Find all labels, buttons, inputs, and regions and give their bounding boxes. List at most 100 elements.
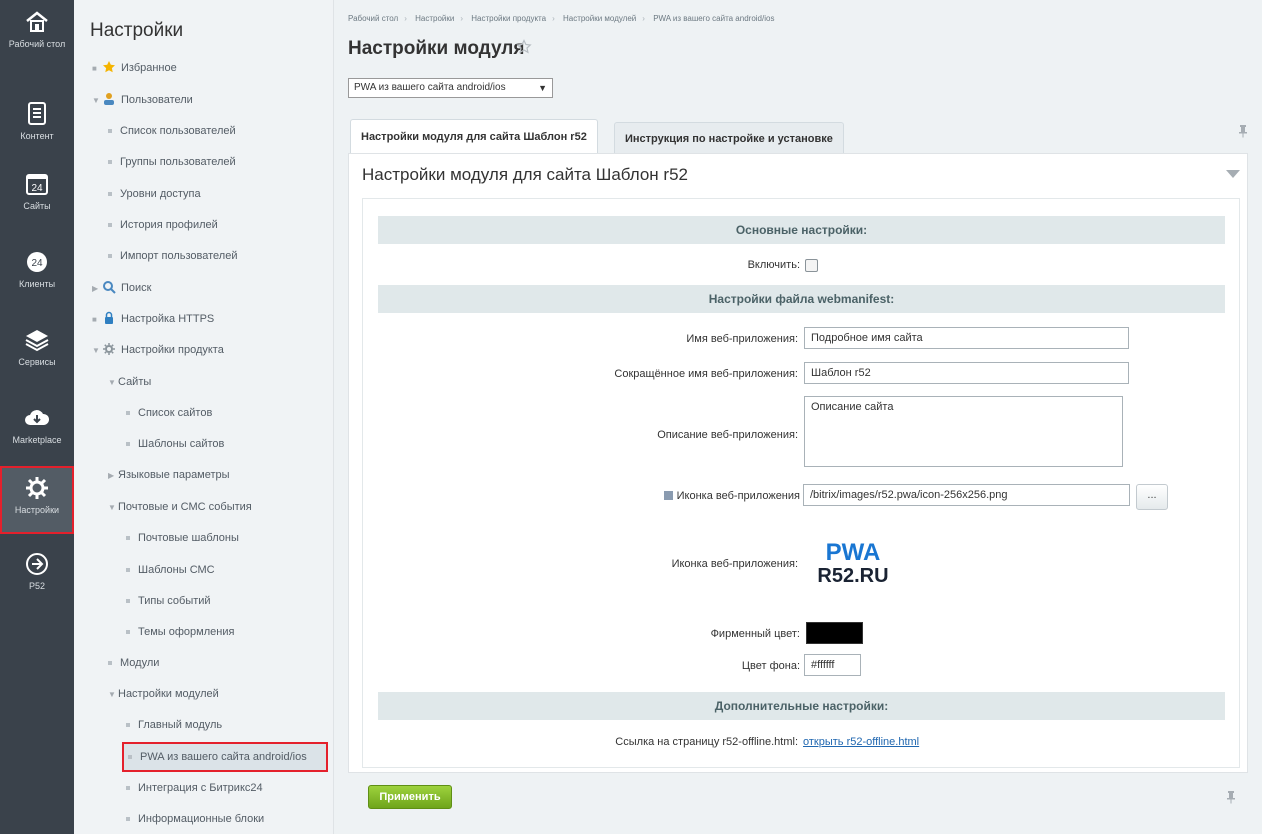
menu-item-modules[interactable]: Модули — [108, 652, 159, 674]
apply-button[interactable]: Применить — [368, 785, 452, 809]
tab-module-settings[interactable]: Настройки модуля для сайта Шаблон r52 — [350, 119, 598, 155]
rail-item-desktop[interactable]: Рабочий стол — [0, 8, 74, 72]
rail-label: Контент — [20, 131, 54, 141]
menu-item-mail-templates[interactable]: Почтовые шаблоны — [126, 527, 239, 549]
brand-color-label: Фирменный цвет: — [710, 628, 800, 640]
pin-icon[interactable] — [1238, 124, 1248, 138]
rail-item-clients[interactable]: 24 Клиенты — [0, 248, 74, 312]
pwa-logo: PWA R52.RU — [817, 539, 888, 586]
rail-item-services[interactable]: Сервисы — [0, 326, 74, 390]
left-rail: Рабочий стол Контент 24 Сайты 24 Клиенты… — [0, 0, 74, 834]
breadcrumb: Рабочий стол › Настройки › Настройки проду… — [348, 14, 775, 23]
menu-item-main-module[interactable]: Главный модуль — [126, 714, 222, 736]
menu-item-module-settings[interactable]: ▼ Настройки модулей — [108, 683, 219, 705]
menu-item-access-levels[interactable]: Уровни доступа — [108, 183, 201, 205]
menu-item-event-types[interactable]: Типы событий — [126, 590, 211, 612]
gear-small-icon — [103, 343, 115, 355]
document-icon — [28, 102, 46, 125]
gear-icon — [26, 477, 48, 499]
rail-item-marketplace[interactable]: Marketplace — [0, 404, 74, 468]
star-icon — [103, 61, 115, 73]
brand-color-swatch[interactable] — [806, 622, 863, 644]
form-area — [362, 198, 1240, 768]
menu-title: Настройки — [90, 20, 184, 41]
tab-instructions[interactable]: Инструкция по настройке и установке — [614, 122, 844, 155]
menu-item-site-templates[interactable]: Шаблоны сайтов — [126, 433, 224, 455]
svg-text:24: 24 — [31, 183, 43, 194]
svg-text:PWA: PWA — [826, 539, 881, 566]
menu-item-user-list[interactable]: Список пользователей — [108, 120, 236, 142]
menu-item-sites[interactable]: ▼ Сайты — [108, 371, 151, 393]
rail-item-sites[interactable]: 24 Сайты — [0, 170, 74, 234]
rail-label: Marketplace — [12, 435, 62, 445]
menu-item-infoblocks[interactable]: Информационные блоки — [126, 808, 264, 830]
calendar-icon: 24 — [26, 174, 48, 195]
panel-title: Настройки модуля для сайта Шаблон r52 — [362, 165, 688, 184]
rail-label: Клиенты — [18, 279, 56, 289]
pin-icon[interactable] — [1226, 790, 1236, 804]
menu-item-favorites[interactable]: ■ Избранное — [92, 57, 177, 79]
rail-label: Настройки — [14, 505, 60, 515]
arrow-circle-icon — [26, 553, 48, 575]
breadcrumb-item[interactable]: PWA из вашего сайта android/ios — [653, 14, 774, 23]
section-manifest-settings: Настройки файла webmanifest: — [378, 285, 1225, 313]
description-label: Описание веб-приложения: — [657, 429, 798, 441]
section-extra-settings: Дополнительные настройки: — [378, 692, 1225, 720]
menu-item-users[interactable]: ▼ Пользователи — [92, 89, 193, 111]
icon-preview-label: Иконка веб-приложения: — [671, 558, 798, 570]
menu-item-themes[interactable]: Темы оформления — [126, 621, 234, 643]
section-main-settings: Основные настройки: — [378, 216, 1225, 244]
rail-label: Рабочий стол — [8, 39, 66, 49]
menu-item-import-users[interactable]: Импорт пользователей — [108, 245, 237, 267]
image-icon — [663, 491, 673, 500]
chevron-down-icon: ▼ — [538, 83, 547, 93]
icon-path-label: Иконка веб-приложения — [560, 490, 800, 502]
icon-path-input[interactable]: /bitrix/images/r52.pwa/icon-256x256.png — [803, 484, 1130, 506]
breadcrumb-item[interactable]: Рабочий стол — [348, 14, 398, 23]
menu-item-site-list[interactable]: Список сайтов — [126, 402, 212, 424]
menu-item-search[interactable]: ▶ Поиск — [92, 277, 151, 299]
menu-item-bitrix24-integration[interactable]: Интеграция с Битрикс24 — [126, 777, 263, 799]
breadcrumb-item[interactable]: Настройки модулей — [563, 14, 636, 23]
menu-item-product-settings[interactable]: ▼ Настройки продукта — [92, 339, 224, 361]
menu-item-profile-history[interactable]: История профилей — [108, 214, 218, 236]
rail-label: Р52 — [28, 581, 45, 591]
cloud-download-icon — [25, 410, 50, 425]
module-select[interactable]: PWA из вашего сайта android/ios ▼ — [348, 78, 553, 98]
rail-label: Сервисы — [18, 357, 56, 367]
settings-menu: Настройки ■ Избранное ▼ Пользователи Списо… — [74, 0, 334, 834]
user-icon — [104, 93, 114, 105]
svg-text:24: 24 — [31, 258, 43, 269]
offline-link-label: Ссылка на страницу r52-offline.html: — [615, 736, 798, 748]
browse-button[interactable]: ... — [1136, 484, 1168, 510]
rail-label: Сайты — [23, 201, 51, 211]
rail-item-r52[interactable]: Р52 — [0, 550, 74, 614]
rail-item-settings[interactable]: Настройки — [0, 466, 74, 534]
bitrix24-icon: 24 — [27, 252, 47, 272]
page-title: Настройки модуля — [348, 38, 525, 59]
bg-color-input[interactable]: #ffffff — [804, 654, 861, 676]
enable-checkbox[interactable] — [805, 259, 818, 272]
menu-item-mail-sms-events[interactable]: ▼ Почтовые и СМС события — [108, 496, 252, 518]
menu-item-user-groups[interactable]: Группы пользователей — [108, 151, 236, 173]
rail-item-content[interactable]: Контент — [0, 100, 74, 164]
home-icon — [26, 11, 48, 32]
menu-item-sms-templates[interactable]: Шаблоны СМС — [126, 559, 215, 581]
svg-text:R52.RU: R52.RU — [817, 565, 888, 586]
breadcrumb-item[interactable]: Настройки продукта — [471, 14, 546, 23]
enable-label: Включить: — [747, 259, 800, 271]
collapse-arrow-icon[interactable] — [1226, 170, 1240, 178]
menu-item-language-params[interactable]: ▶ Языковые параметры — [108, 464, 230, 486]
magnifier-icon — [103, 281, 116, 294]
menu-item-pwa[interactable]: PWA из вашего сайта android/ios — [122, 742, 328, 772]
lock-icon — [105, 311, 113, 324]
favorite-star-icon[interactable] — [516, 39, 532, 55]
breadcrumb-item[interactable]: Настройки — [415, 14, 454, 23]
menu-item-https[interactable]: ■ Настройка HTTPS — [92, 308, 214, 330]
short-name-input[interactable]: Шаблон r52 — [804, 362, 1129, 384]
bg-color-label: Цвет фона: — [741, 660, 800, 672]
layers-icon — [25, 330, 49, 352]
app-name-input[interactable]: Подробное имя сайта — [804, 327, 1129, 349]
description-textarea[interactable]: Описание сайта — [804, 396, 1123, 467]
offline-page-link[interactable]: открыть r52-offline.html — [803, 736, 919, 748]
